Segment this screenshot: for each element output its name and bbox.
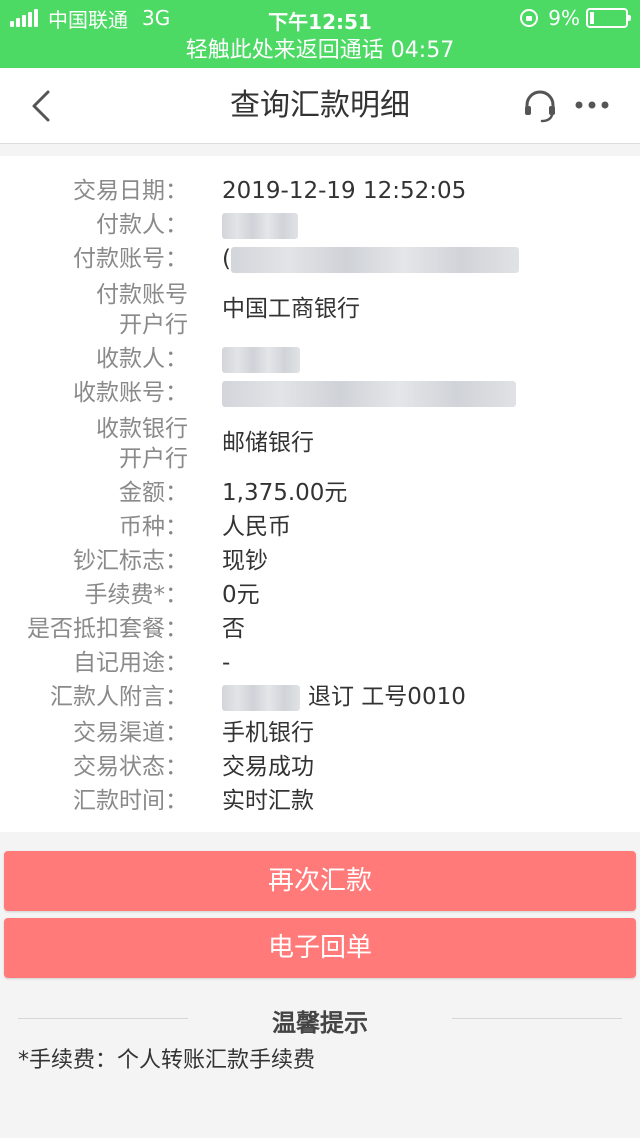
- detail-label: 付款账号：: [73, 246, 188, 272]
- detail-label: 是否抵扣套餐：: [27, 616, 188, 642]
- detail-label-line1: 付款账号: [96, 282, 188, 308]
- detail-value: [222, 210, 298, 240]
- detail-label: 付款人：: [96, 212, 188, 238]
- detail-value: 2019-12-19 12:52:05: [222, 178, 467, 204]
- remit-again-button[interactable]: 再次汇款: [4, 851, 636, 911]
- detail-value: 退订 工号0010: [222, 682, 466, 712]
- detail-label: 手续费*：: [84, 582, 189, 608]
- remittance-detail-card: 交易日期： 2019-12-19 12:52:05 付款人： 付款账号： ( 付…: [0, 156, 640, 832]
- nav-header: 查询汇款明细: [0, 68, 640, 144]
- battery-percent: 9%: [548, 6, 580, 30]
- tips-title: 温馨提示: [272, 1009, 368, 1037]
- detail-value: -: [222, 650, 231, 676]
- account-prefix: (: [222, 246, 231, 272]
- orientation-lock-icon: [520, 9, 539, 27]
- detail-value: 实时汇款: [222, 788, 314, 814]
- more-options-icon[interactable]: [572, 90, 612, 120]
- detail-value: 1,375.00元: [222, 480, 348, 506]
- detail-value: 手机银行: [222, 720, 314, 746]
- tips-text: *手续费：个人转账汇款手续费: [18, 1048, 316, 1073]
- detail-label: 交易渠道：: [73, 720, 188, 746]
- battery-icon: [586, 8, 631, 28]
- note-text: 退订 工号0010: [308, 684, 466, 710]
- detail-value: 中国工商银行: [222, 296, 360, 322]
- detail-value: [222, 378, 516, 408]
- detail-value: 0元: [222, 582, 260, 608]
- detail-value: (: [222, 244, 519, 274]
- detail-value: 邮储银行: [222, 430, 314, 456]
- detail-label-line1: 收款银行: [96, 416, 188, 442]
- customer-service-headset-icon[interactable]: [522, 88, 558, 124]
- detail-label: 收款人：: [96, 346, 188, 372]
- detail-value: 交易成功: [222, 754, 314, 780]
- detail-value: 现钞: [222, 548, 268, 574]
- detail-value: 否: [222, 616, 245, 642]
- e-receipt-button[interactable]: 电子回单: [4, 918, 636, 978]
- blurred-redaction: [222, 212, 298, 239]
- return-call-text: 轻触此处来返回通话 04:57: [185, 38, 455, 63]
- detail-label: 自记用途：: [73, 650, 188, 676]
- detail-label: 交易状态：: [73, 754, 188, 780]
- detail-label-line2: 开户行: [119, 312, 188, 338]
- detail-label: 收款账号：: [73, 380, 188, 406]
- detail-label: 钞汇标志：: [73, 548, 188, 574]
- detail-value: 人民币: [222, 514, 291, 540]
- blurred-redaction: [230, 246, 519, 273]
- detail-label: 汇款时间：: [73, 788, 188, 814]
- detail-label: 交易日期：: [73, 178, 188, 204]
- blurred-redaction: [222, 684, 300, 711]
- detail-label-line2: 开户行: [119, 446, 188, 472]
- status-bar: 中国联通 3G 下午12:51 9%: [0, 0, 640, 36]
- status-right: 9%: [520, 6, 631, 30]
- blurred-redaction: [222, 380, 516, 407]
- detail-value: [222, 344, 300, 374]
- return-to-call-banner[interactable]: 中国联通 3G 下午12:51 9% 轻触此处来返回通话 04:57: [0, 0, 640, 68]
- detail-label: 汇款人附言：: [50, 684, 188, 710]
- detail-label: 金额：: [119, 480, 188, 506]
- detail-label: 币种：: [119, 514, 188, 540]
- blurred-redaction: [222, 346, 300, 373]
